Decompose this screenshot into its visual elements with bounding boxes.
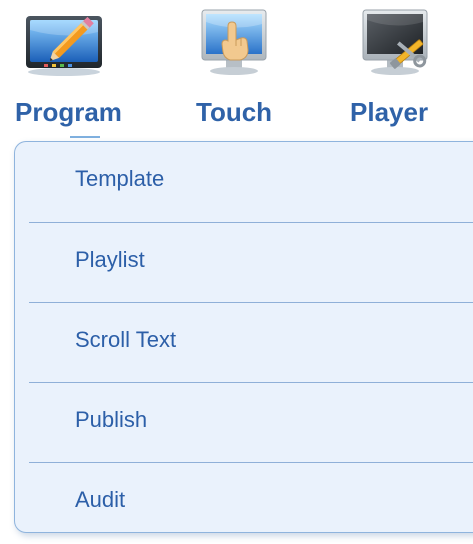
program-screen-pencil-icon <box>22 6 106 78</box>
menu-item-template[interactable]: Template <box>15 142 473 220</box>
top-nav: Program Touch Player <box>0 0 473 140</box>
player-monitor-tools-icon <box>353 6 437 78</box>
nav-item-touch[interactable]: Touch <box>170 0 300 132</box>
menu-item-publish[interactable]: Publish <box>15 383 473 461</box>
menu-item-label: Publish <box>75 407 148 432</box>
touch-monitor-hand-icon <box>192 6 276 78</box>
nav-label-program: Program <box>15 97 122 127</box>
active-tab-indicator <box>70 136 100 138</box>
menu-item-label: Audit <box>75 487 126 512</box>
nav-label-touch: Touch <box>196 97 273 127</box>
menu-item-scroll-text[interactable]: Scroll Text <box>15 303 473 381</box>
nav-item-player[interactable]: Player <box>330 0 460 132</box>
menu-item-playlist[interactable]: Playlist <box>15 223 473 301</box>
program-dropdown-menu: Template Playlist Scroll Text Publish Au… <box>14 141 473 533</box>
menu-item-label: Scroll Text <box>75 327 177 352</box>
nav-label-player: Player <box>350 97 429 127</box>
menu-item-label: Playlist <box>75 247 145 272</box>
nav-item-program[interactable]: Program <box>0 0 130 132</box>
menu-item-audit[interactable]: Audit <box>15 463 473 541</box>
menu-item-label: Template <box>75 166 165 191</box>
